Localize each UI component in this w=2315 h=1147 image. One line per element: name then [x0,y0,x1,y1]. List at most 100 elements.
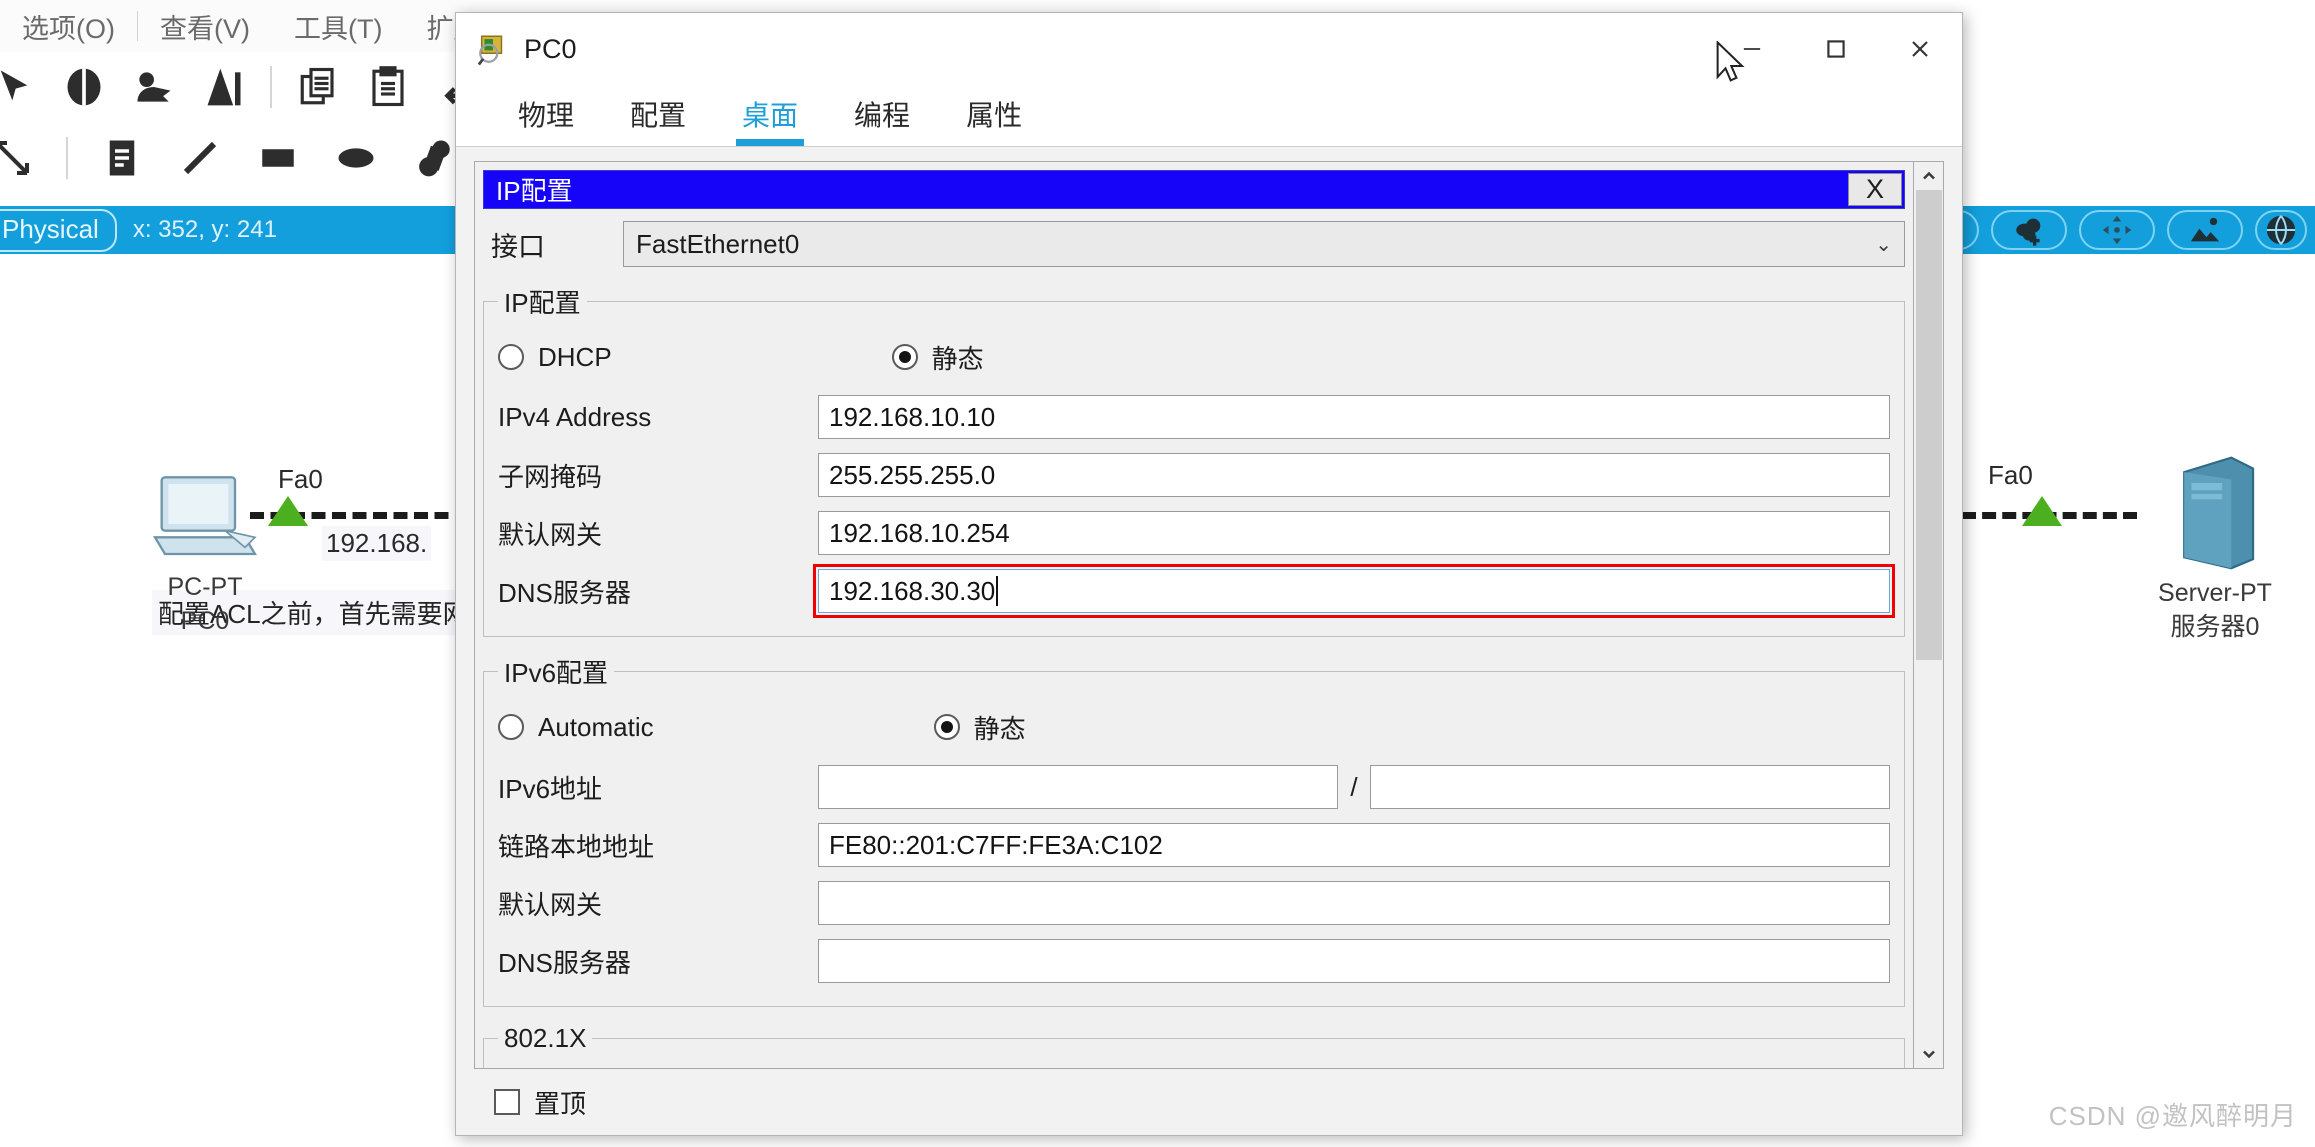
prefix-separator: / [1350,771,1358,802]
paste-icon[interactable] [364,63,412,111]
ipv6-mode-row: Automatic 静态 [498,696,1890,758]
ipv4-address-input[interactable]: 192.168.10.10 [818,395,1890,439]
maximize-icon[interactable] [1794,13,1878,85]
tab-desktop[interactable]: 桌面 [714,94,826,146]
ipv6-dns-input[interactable] [818,939,1890,983]
ipv6-address-input[interactable] [818,765,1339,809]
subnet-mask-label: 子网掩码 [498,461,603,492]
device-name-label: PC0 [180,606,230,635]
rectangle-icon[interactable] [254,134,302,182]
radio-ipv6-static[interactable]: 静态 [933,709,1026,746]
menu-item-tools[interactable]: 工具(T) [272,7,404,46]
ipconfig-header-title: IP配置 [496,176,573,206]
ipv6-group-label: IPv6配置 [504,658,609,688]
radio-ipv6-automatic-dot [498,714,524,740]
line-icon[interactable] [176,134,224,182]
dialog-title: PC0 [524,33,577,64]
scroll-down-icon[interactable] [1914,1040,1943,1068]
menu-item-options[interactable]: 选项(O) [0,7,137,46]
drawing-icon[interactable] [200,63,248,111]
dialog-tabs: 物理 配置 桌面 编程 属性 [456,85,1962,147]
ipv6-gateway-input[interactable] [818,881,1890,925]
device-pc0[interactable]: PC-PT PC0 [130,474,280,636]
dot1x-group: 802.1X Use 802.1X Security Authenticatio… [483,1023,1905,1068]
port-label-pc0: Fa0 [278,464,323,494]
ipv6-gateway-label: 默认网关 [498,889,603,920]
subnet-mask-input[interactable]: 255.255.255.0 [818,453,1890,497]
always-on-top-label: 置顶 [534,1088,587,1119]
window-controls [1710,13,1962,85]
ipv4-address-label: IPv4 Address [498,401,652,432]
physical-mode-badge[interactable]: Physical [0,208,117,252]
device-name-label: 服务器0 [2170,612,2260,641]
default-gateway-row: 默认网关 192.168.10.254 [498,504,1890,562]
dns-server-label: DNS服务器 [498,577,631,608]
cursor-coordinates: x: 352, y: 241 [132,216,277,243]
menu-item-view[interactable]: 查看(V) [138,7,272,46]
freeform-icon[interactable] [410,134,458,182]
interface-select[interactable]: FastEthernet0 ⌄ [623,221,1905,267]
device-type-label: Server-PT [2158,579,2272,607]
dialog-footer: 置顶 [456,1069,1962,1135]
radio-ipv6-static-dot [933,714,960,740]
minimize-icon[interactable] [1710,13,1794,85]
ipconfig-close-button[interactable]: X [1848,173,1902,206]
ipv6-address-row: IPv6地址 / [498,758,1891,816]
link-status-indicator-pc0 [268,496,308,526]
close-icon[interactable] [1878,13,1962,85]
scrollbar-thumb[interactable] [1915,190,1942,660]
use-802-1x-row[interactable]: Use 802.1X Security [498,1060,1890,1068]
dialog-title-bar[interactable]: PC0 [456,13,1962,85]
always-on-top-checkbox[interactable] [494,1089,520,1115]
image-icon[interactable] [2167,210,2243,250]
inspect-icon[interactable] [60,63,108,111]
note-icon[interactable] [98,134,146,182]
copy-icon[interactable] [294,63,342,111]
radio-ipv6-automatic[interactable]: Automatic [498,712,654,743]
move-arrows-icon[interactable] [2079,210,2155,250]
ipv6-prefix-input[interactable] [1369,765,1891,809]
scrollbar-track[interactable] [1914,190,1943,1040]
radio-ipv6-automatic-label: Automatic [538,711,654,742]
ipv4-group-label: IP配置 [504,288,581,318]
ipv6-gateway-row: 默认网关 [498,874,1890,932]
link-local-input[interactable]: FE80::201:C7FF:FE3A:C102 [818,823,1890,867]
resize-icon[interactable] [0,134,36,182]
cloud-add-icon[interactable] [1991,210,2067,250]
interface-label: 接口 [491,231,545,262]
delete-icon[interactable] [130,63,178,111]
chevron-down-icon: ⌄ [1875,233,1892,256]
ipconfig-window-header: IP配置 X [483,170,1905,209]
select-icon[interactable] [0,63,38,111]
dns-server-input[interactable]: 192.168.30.30 [813,564,1895,618]
port-label-server0: Fa0 [1988,460,2033,490]
device-server0[interactable]: Server-PT 服务器0 [2120,454,2310,642]
interface-row: 接口 FastEthernet0 ⌄ [483,221,1905,267]
ipv4-config-group: IP配置 DHCP 静态 IPv4 Address 192.168.10.10 … [483,283,1905,637]
tab-programming[interactable]: 编程 [826,94,938,146]
packet-tracer-device-icon [476,32,510,66]
always-on-top-row[interactable]: 置顶 [494,1084,586,1121]
ipv4-mode-row: DHCP 静态 [498,326,1890,388]
tab-physical[interactable]: 物理 [490,94,602,146]
radio-ipv6-static-label: 静态 [973,713,1026,744]
globe-icon[interactable] [2255,210,2307,250]
scroll-up-icon[interactable] [1914,162,1943,190]
radio-ipv4-static-dot [891,344,918,370]
ipv6-dns-row: DNS服务器 [498,932,1890,990]
dns-server-row: DNS服务器 192.168.30.30 [498,562,1895,620]
radio-ipv4-static[interactable]: 静态 [891,339,984,376]
default-gateway-input[interactable]: 192.168.10.254 [818,511,1890,555]
ellipse-icon[interactable] [332,134,380,182]
tab-config[interactable]: 配置 [602,94,714,146]
device-type-label: PC-PT [167,573,243,601]
ipv6-config-group: IPv6配置 Automatic 静态 IPv6地址 / 链路本地地址 FE80… [483,653,1905,1007]
link-local-label: 链路本地地址 [498,831,655,862]
subnet-mask-row: 子网掩码 255.255.255.0 [498,446,1890,504]
toolbar-divider [66,137,68,179]
tab-attributes[interactable]: 属性 [938,94,1050,146]
radio-dhcp[interactable]: DHCP [498,342,612,373]
default-gateway-label: 默认网关 [498,519,603,550]
panel-scrollbar[interactable] [1914,161,1944,1069]
toolbar-divider [270,66,272,108]
